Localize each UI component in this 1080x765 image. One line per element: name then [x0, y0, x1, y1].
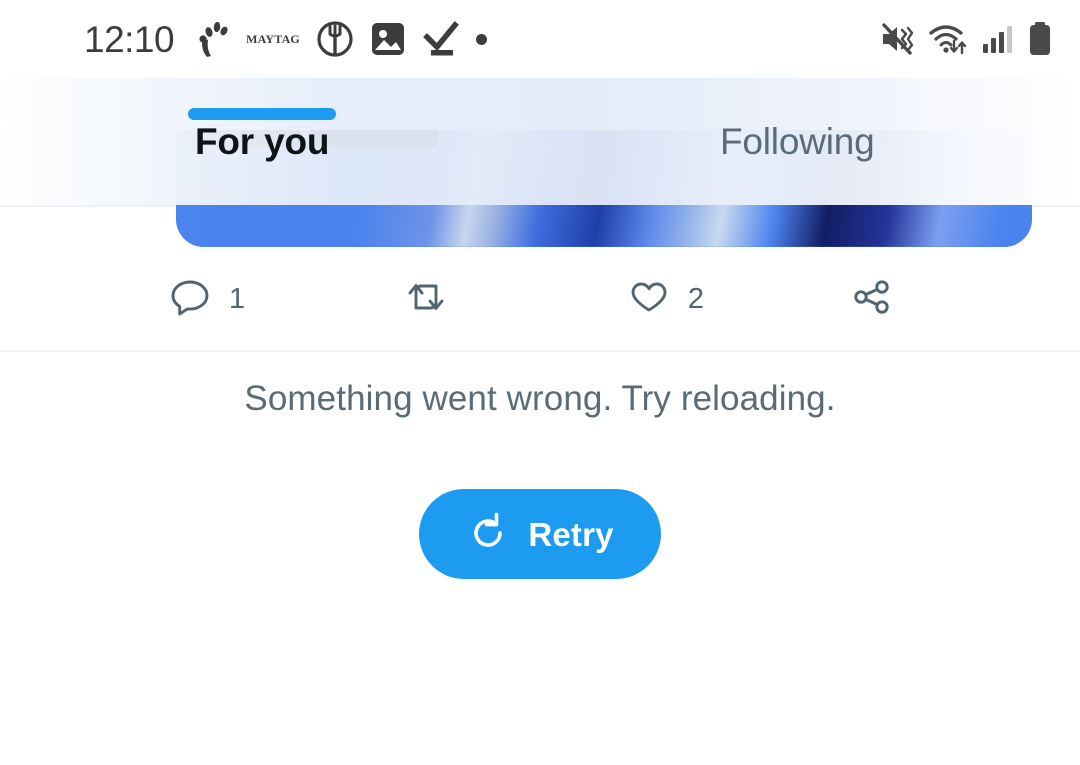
- wifi-transfer-icon: [928, 23, 968, 55]
- reply-icon: [168, 275, 212, 324]
- battery-full-icon: [1028, 22, 1052, 56]
- status-bar-clock: 12:10: [84, 18, 175, 60]
- retweet-action[interactable]: [404, 275, 627, 324]
- error-message: Something went wrong. Try reloading.: [244, 379, 836, 418]
- retry-button-label: Retry: [528, 515, 614, 553]
- active-tab-indicator: [188, 108, 336, 120]
- hand-gesture-icon: [196, 20, 230, 58]
- heart-icon: [627, 275, 671, 324]
- tweet-action-bar: 1 2: [0, 264, 1080, 334]
- status-bar: 12:10 MAYTAG: [0, 0, 1080, 78]
- status-bar-right: [880, 22, 1052, 56]
- tab-for-you[interactable]: For you: [195, 78, 329, 205]
- error-state: Something went wrong. Try reloading. Ret…: [0, 378, 1080, 579]
- cellular-signal-icon: [982, 24, 1014, 54]
- reply-action[interactable]: 1: [168, 275, 404, 324]
- tab-for-you-label: For you: [195, 121, 330, 162]
- restaurant-fork-icon: [316, 20, 354, 58]
- like-action[interactable]: 2: [627, 275, 849, 324]
- tab-following[interactable]: Following: [720, 78, 875, 205]
- mute-vibrate-icon: [880, 23, 914, 55]
- gallery-photo-icon: [370, 21, 406, 57]
- retry-button[interactable]: Retry: [419, 489, 661, 579]
- tweet-bottom-divider: [0, 350, 1080, 352]
- dot-notification-icon: [475, 33, 487, 45]
- reply-count: 1: [229, 282, 246, 315]
- tab-following-label: Following: [720, 121, 875, 162]
- feed-tab-bar: For you Following: [0, 78, 1080, 205]
- retweet-icon: [404, 275, 448, 324]
- checkmark-underline-icon: [422, 21, 460, 57]
- maytag-logo-icon: MAYTAG: [246, 31, 300, 46]
- refresh-icon: [466, 511, 510, 558]
- share-icon: [849, 275, 895, 324]
- like-count: 2: [687, 282, 704, 315]
- share-action[interactable]: [849, 275, 912, 324]
- status-bar-left: 12:10 MAYTAG: [84, 20, 503, 58]
